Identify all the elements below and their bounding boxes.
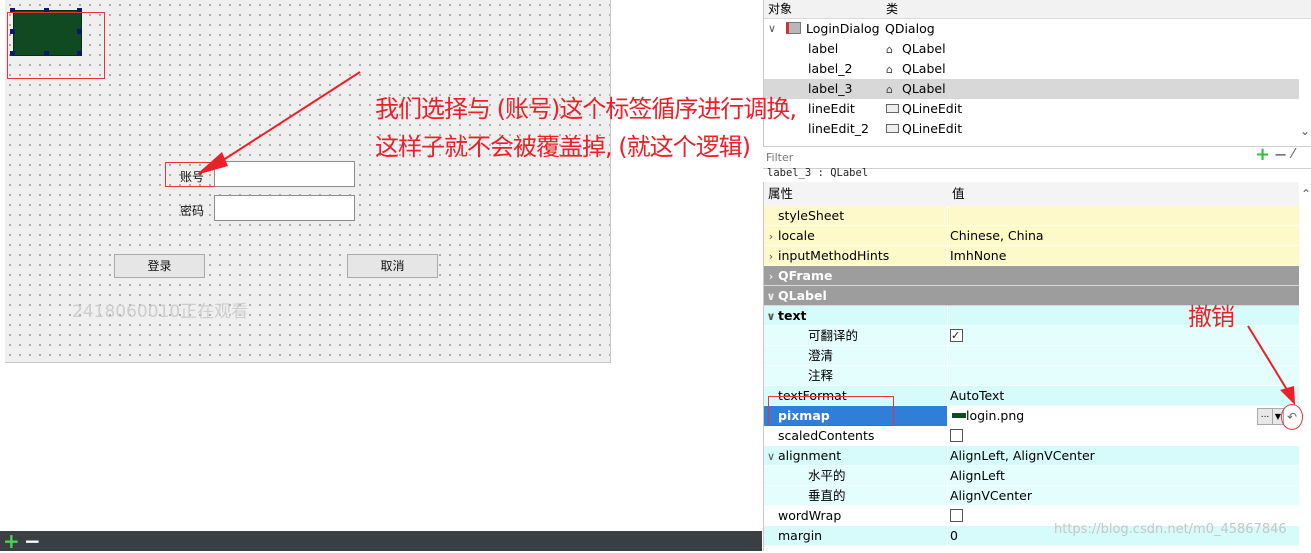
arrowhead-icon: [196, 152, 228, 175]
arrowhead-icon: [1280, 386, 1295, 405]
annotation-arrows: [196, 71, 1295, 405]
arrow-to-undo: [1247, 325, 1290, 394]
arrow-to-account-label: [213, 71, 361, 167]
